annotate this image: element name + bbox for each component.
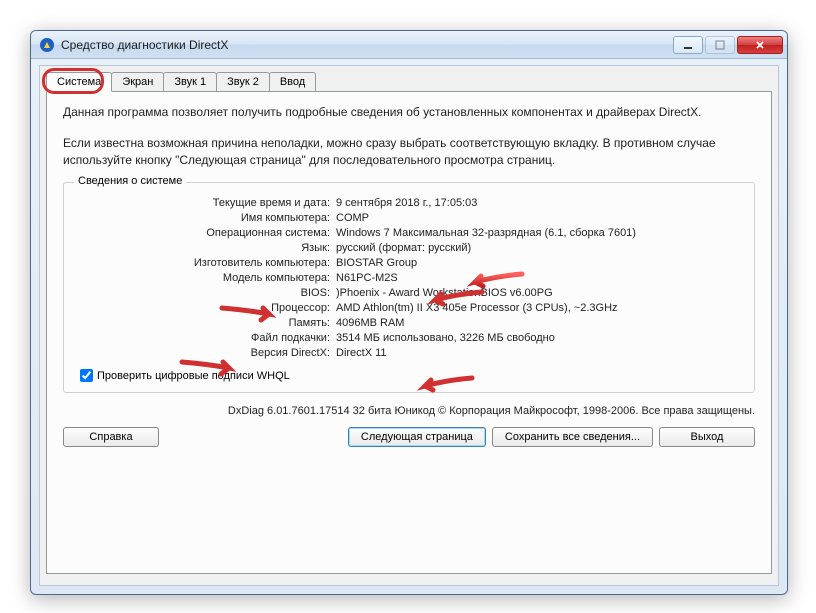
value-model: N61PC-M2S xyxy=(336,272,738,284)
tab-sound2[interactable]: Звук 2 xyxy=(216,72,270,91)
value-bios: )Phoenix - Award WorkstationBIOS v6.00PG xyxy=(336,287,738,299)
save-all-button[interactable]: Сохранить все сведения... xyxy=(492,427,653,447)
value-processor: AMD Athlon(tm) II X3 405e Processor (3 C… xyxy=(336,302,738,314)
maximize-button xyxy=(705,36,735,54)
value-pagefile: 3514 МБ использовано, 3226 МБ свободно xyxy=(336,332,738,344)
window-title: Средство диагностики DirectX xyxy=(61,38,673,52)
footer-copyright: DxDiag 6.01.7601.17514 32 бита Юникод © … xyxy=(63,405,755,417)
label-language: Язык: xyxy=(80,242,330,254)
minimize-button[interactable] xyxy=(673,36,703,54)
whql-checkbox[interactable] xyxy=(80,369,93,382)
label-datetime: Текущие время и дата: xyxy=(80,197,330,209)
label-model: Модель компьютера: xyxy=(80,272,330,284)
label-processor: Процессор: xyxy=(80,302,330,314)
value-language: русский (формат: русский) xyxy=(336,242,738,254)
value-dxversion: DirectX 11 xyxy=(336,347,738,359)
whql-label: Проверить цифровые подписи WHQL xyxy=(97,370,290,382)
value-computer-name: COMP xyxy=(336,212,738,224)
tab-panel-system: Данная программа позволяет получить подр… xyxy=(46,91,772,574)
tab-system[interactable]: Система xyxy=(46,72,112,92)
exit-button[interactable]: Выход xyxy=(659,427,755,447)
value-manufacturer: BIOSTAR Group xyxy=(336,257,738,269)
label-dxversion: Версия DirectX: xyxy=(80,347,330,359)
tab-sound1[interactable]: Звук 1 xyxy=(163,72,217,91)
label-memory: Память: xyxy=(80,317,330,329)
help-button[interactable]: Справка xyxy=(63,427,159,447)
value-memory: 4096MB RAM xyxy=(336,317,738,329)
value-os: Windows 7 Максимальная 32-разрядная (6.1… xyxy=(336,227,738,239)
titlebar: Средство диагностики DirectX xyxy=(31,31,787,59)
label-pagefile: Файл подкачки: xyxy=(80,332,330,344)
value-datetime: 9 сентября 2018 г., 17:05:03 xyxy=(336,197,738,209)
whql-checkbox-row: Проверить цифровые подписи WHQL xyxy=(80,369,738,382)
label-os: Операционная система: xyxy=(80,227,330,239)
tab-strip: Система Экран Звук 1 Звук 2 Ввод xyxy=(40,66,778,91)
footer-buttons: Справка Следующая страница Сохранить все… xyxy=(63,427,755,447)
window-controls xyxy=(673,36,783,54)
tab-input[interactable]: Ввод xyxy=(269,72,316,91)
close-button[interactable] xyxy=(737,36,783,54)
dxdiag-window: Средство диагностики DirectX Система Экр… xyxy=(30,30,788,595)
description-1: Данная программа позволяет получить подр… xyxy=(63,104,755,121)
system-info-group: Сведения о системе Текущие время и дата:… xyxy=(63,182,755,393)
next-page-button[interactable]: Следующая страница xyxy=(348,427,486,447)
label-computer-name: Имя компьютера: xyxy=(80,212,330,224)
label-manufacturer: Изготовитель компьютера: xyxy=(80,257,330,269)
fieldset-legend: Сведения о системе xyxy=(74,175,186,187)
label-bios: BIOS: xyxy=(80,287,330,299)
info-grid: Текущие время и дата: 9 сентября 2018 г.… xyxy=(80,197,738,359)
description-2: Если известна возможная причина неполадк… xyxy=(63,135,755,169)
app-icon xyxy=(39,37,55,53)
client-area: Система Экран Звук 1 Звук 2 Ввод Данная … xyxy=(39,65,779,586)
tab-display[interactable]: Экран xyxy=(111,72,164,91)
